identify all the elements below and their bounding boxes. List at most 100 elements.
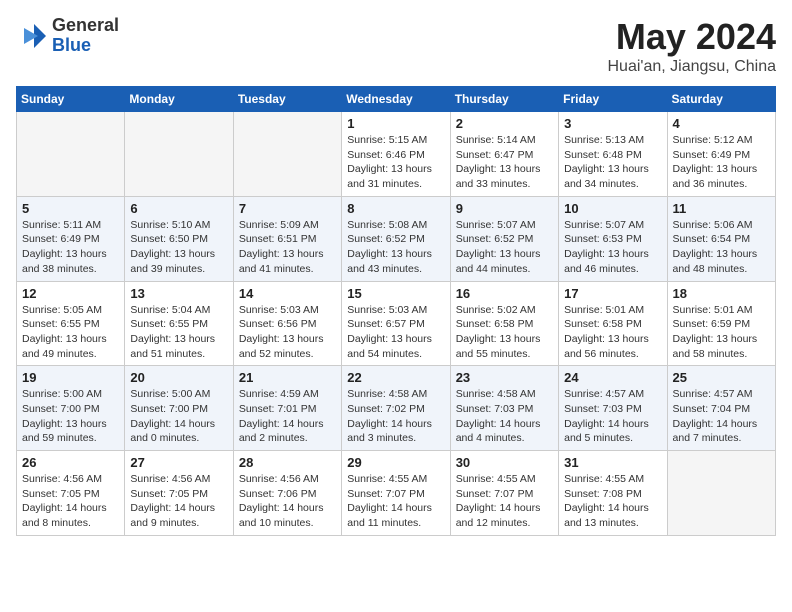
calendar-cell: 18 Sunrise: 5:01 AMSunset: 6:59 PMDayligh…	[667, 281, 775, 366]
day-info: Sunrise: 5:12 AMSunset: 6:49 PMDaylight:…	[673, 133, 770, 192]
calendar-cell: 9 Sunrise: 5:07 AMSunset: 6:52 PMDaylight…	[450, 196, 558, 281]
day-of-week-header: Wednesday	[342, 87, 450, 112]
calendar-cell	[125, 112, 233, 197]
calendar-cell	[667, 451, 775, 536]
calendar-cell: 28Sunrise: 4:56 AMSunset: 7:06 PMDayligh…	[233, 451, 341, 536]
calendar-week-row: 5 Sunrise: 5:11 AMSunset: 6:49 PMDaylight…	[17, 196, 776, 281]
calendar-cell	[233, 112, 341, 197]
day-number: 13	[130, 286, 227, 301]
calendar-cell: 20 Sunrise: 5:00 AMSunset: 7:00 PMDayligh…	[125, 366, 233, 451]
day-info: Sunrise: 4:57 AMSunset: 7:04 PMDaylight:…	[673, 387, 770, 446]
calendar-cell: 14 Sunrise: 5:03 AMSunset: 6:56 PMDayligh…	[233, 281, 341, 366]
title-block: May 2024 Huai'an, Jiangsu, China	[608, 16, 777, 76]
calendar-table: SundayMondayTuesdayWednesdayThursdayFrid…	[16, 86, 776, 536]
day-info: Sunrise: 5:00 AMSunset: 7:00 PMDaylight:…	[22, 387, 119, 446]
day-number: 15	[347, 286, 444, 301]
calendar-cell: 15 Sunrise: 5:03 AMSunset: 6:57 PMDayligh…	[342, 281, 450, 366]
calendar-cell: 8Sunrise: 5:08 AMSunset: 6:52 PMDaylight…	[342, 196, 450, 281]
day-info: Sunrise: 4:56 AMSunset: 7:06 PMDaylight:…	[239, 472, 336, 531]
calendar-cell: 27Sunrise: 4:56 AMSunset: 7:05 PMDayligh…	[125, 451, 233, 536]
day-info: Sunrise: 5:07 AMSunset: 6:52 PMDaylight:…	[456, 218, 553, 277]
day-info: Sunrise: 5:03 AMSunset: 6:56 PMDaylight:…	[239, 303, 336, 362]
day-info: Sunrise: 4:55 AMSunset: 7:08 PMDaylight:…	[564, 472, 661, 531]
day-info: Sunrise: 5:00 AMSunset: 7:00 PMDaylight:…	[130, 387, 227, 446]
calendar-subtitle: Huai'an, Jiangsu, China	[608, 58, 777, 76]
day-number: 6	[130, 201, 227, 216]
day-info: Sunrise: 4:55 AMSunset: 7:07 PMDaylight:…	[456, 472, 553, 531]
day-info: Sunrise: 5:04 AMSunset: 6:55 PMDaylight:…	[130, 303, 227, 362]
day-number: 29	[347, 455, 444, 470]
day-info: Sunrise: 5:01 AMSunset: 6:58 PMDaylight:…	[564, 303, 661, 362]
calendar-cell: 16Sunrise: 5:02 AMSunset: 6:58 PMDayligh…	[450, 281, 558, 366]
calendar-cell: 5 Sunrise: 5:11 AMSunset: 6:49 PMDaylight…	[17, 196, 125, 281]
calendar-cell: 11 Sunrise: 5:06 AMSunset: 6:54 PMDayligh…	[667, 196, 775, 281]
day-number: 26	[22, 455, 119, 470]
day-number: 2	[456, 116, 553, 131]
day-number: 7	[239, 201, 336, 216]
calendar-cell: 19 Sunrise: 5:00 AMSunset: 7:00 PMDayligh…	[17, 366, 125, 451]
day-of-week-header: Tuesday	[233, 87, 341, 112]
day-info: Sunrise: 4:59 AMSunset: 7:01 PMDaylight:…	[239, 387, 336, 446]
day-number: 8	[347, 201, 444, 216]
calendar-cell: 23Sunrise: 4:58 AMSunset: 7:03 PMDayligh…	[450, 366, 558, 451]
day-info: Sunrise: 5:14 AMSunset: 6:47 PMDaylight:…	[456, 133, 553, 192]
day-number: 17	[564, 286, 661, 301]
calendar-week-row: 19 Sunrise: 5:00 AMSunset: 7:00 PMDayligh…	[17, 366, 776, 451]
day-number: 22	[347, 370, 444, 385]
day-info: Sunrise: 5:02 AMSunset: 6:58 PMDaylight:…	[456, 303, 553, 362]
logo-icon	[16, 20, 48, 52]
day-info: Sunrise: 4:58 AMSunset: 7:02 PMDaylight:…	[347, 387, 444, 446]
day-info: Sunrise: 5:05 AMSunset: 6:55 PMDaylight:…	[22, 303, 119, 362]
calendar-cell: 29 Sunrise: 4:55 AMSunset: 7:07 PMDayligh…	[342, 451, 450, 536]
day-number: 11	[673, 201, 770, 216]
day-info: Sunrise: 5:11 AMSunset: 6:49 PMDaylight:…	[22, 218, 119, 277]
day-number: 5	[22, 201, 119, 216]
calendar-cell: 1 Sunrise: 5:15 AMSunset: 6:46 PMDaylight…	[342, 112, 450, 197]
calendar-cell: 31Sunrise: 4:55 AMSunset: 7:08 PMDayligh…	[559, 451, 667, 536]
calendar-week-row: 1 Sunrise: 5:15 AMSunset: 6:46 PMDaylight…	[17, 112, 776, 197]
calendar-cell: 12Sunrise: 5:05 AMSunset: 6:55 PMDayligh…	[17, 281, 125, 366]
day-of-week-header: Monday	[125, 87, 233, 112]
day-info: Sunrise: 5:10 AMSunset: 6:50 PMDaylight:…	[130, 218, 227, 277]
day-of-week-header: Thursday	[450, 87, 558, 112]
calendar-cell: 3Sunrise: 5:13 AMSunset: 6:48 PMDaylight…	[559, 112, 667, 197]
day-number: 20	[130, 370, 227, 385]
day-info: Sunrise: 4:57 AMSunset: 7:03 PMDaylight:…	[564, 387, 661, 446]
calendar-cell: 24Sunrise: 4:57 AMSunset: 7:03 PMDayligh…	[559, 366, 667, 451]
calendar-cell: 4 Sunrise: 5:12 AMSunset: 6:49 PMDaylight…	[667, 112, 775, 197]
day-number: 27	[130, 455, 227, 470]
calendar-cell: 22 Sunrise: 4:58 AMSunset: 7:02 PMDayligh…	[342, 366, 450, 451]
day-number: 1	[347, 116, 444, 131]
calendar-cell	[17, 112, 125, 197]
calendar-cell: 21 Sunrise: 4:59 AMSunset: 7:01 PMDayligh…	[233, 366, 341, 451]
day-of-week-header: Friday	[559, 87, 667, 112]
calendar-body: 1 Sunrise: 5:15 AMSunset: 6:46 PMDaylight…	[17, 112, 776, 536]
day-number: 10	[564, 201, 661, 216]
day-of-week-header: Saturday	[667, 87, 775, 112]
day-number: 19	[22, 370, 119, 385]
day-number: 9	[456, 201, 553, 216]
day-number: 4	[673, 116, 770, 131]
day-info: Sunrise: 5:03 AMSunset: 6:57 PMDaylight:…	[347, 303, 444, 362]
day-info: Sunrise: 5:01 AMSunset: 6:59 PMDaylight:…	[673, 303, 770, 362]
calendar-title: May 2024	[608, 16, 777, 58]
calendar-cell: 13 Sunrise: 5:04 AMSunset: 6:55 PMDayligh…	[125, 281, 233, 366]
day-info: Sunrise: 4:56 AMSunset: 7:05 PMDaylight:…	[22, 472, 119, 531]
page-header: General Blue May 2024 Huai'an, Jiangsu, …	[16, 16, 776, 76]
calendar-week-row: 26 Sunrise: 4:56 AMSunset: 7:05 PMDayligh…	[17, 451, 776, 536]
day-number: 25	[673, 370, 770, 385]
day-number: 18	[673, 286, 770, 301]
day-number: 14	[239, 286, 336, 301]
day-info: Sunrise: 5:07 AMSunset: 6:53 PMDaylight:…	[564, 218, 661, 277]
calendar-week-row: 12Sunrise: 5:05 AMSunset: 6:55 PMDayligh…	[17, 281, 776, 366]
day-info: Sunrise: 5:15 AMSunset: 6:46 PMDaylight:…	[347, 133, 444, 192]
calendar-cell: 2 Sunrise: 5:14 AMSunset: 6:47 PMDaylight…	[450, 112, 558, 197]
day-info: Sunrise: 4:55 AMSunset: 7:07 PMDaylight:…	[347, 472, 444, 531]
day-info: Sunrise: 5:06 AMSunset: 6:54 PMDaylight:…	[673, 218, 770, 277]
day-number: 21	[239, 370, 336, 385]
logo-text: General Blue	[52, 16, 119, 56]
day-of-week-header: Sunday	[17, 87, 125, 112]
calendar-cell: 7 Sunrise: 5:09 AMSunset: 6:51 PMDaylight…	[233, 196, 341, 281]
day-info: Sunrise: 5:09 AMSunset: 6:51 PMDaylight:…	[239, 218, 336, 277]
calendar-cell: 17 Sunrise: 5:01 AMSunset: 6:58 PMDayligh…	[559, 281, 667, 366]
